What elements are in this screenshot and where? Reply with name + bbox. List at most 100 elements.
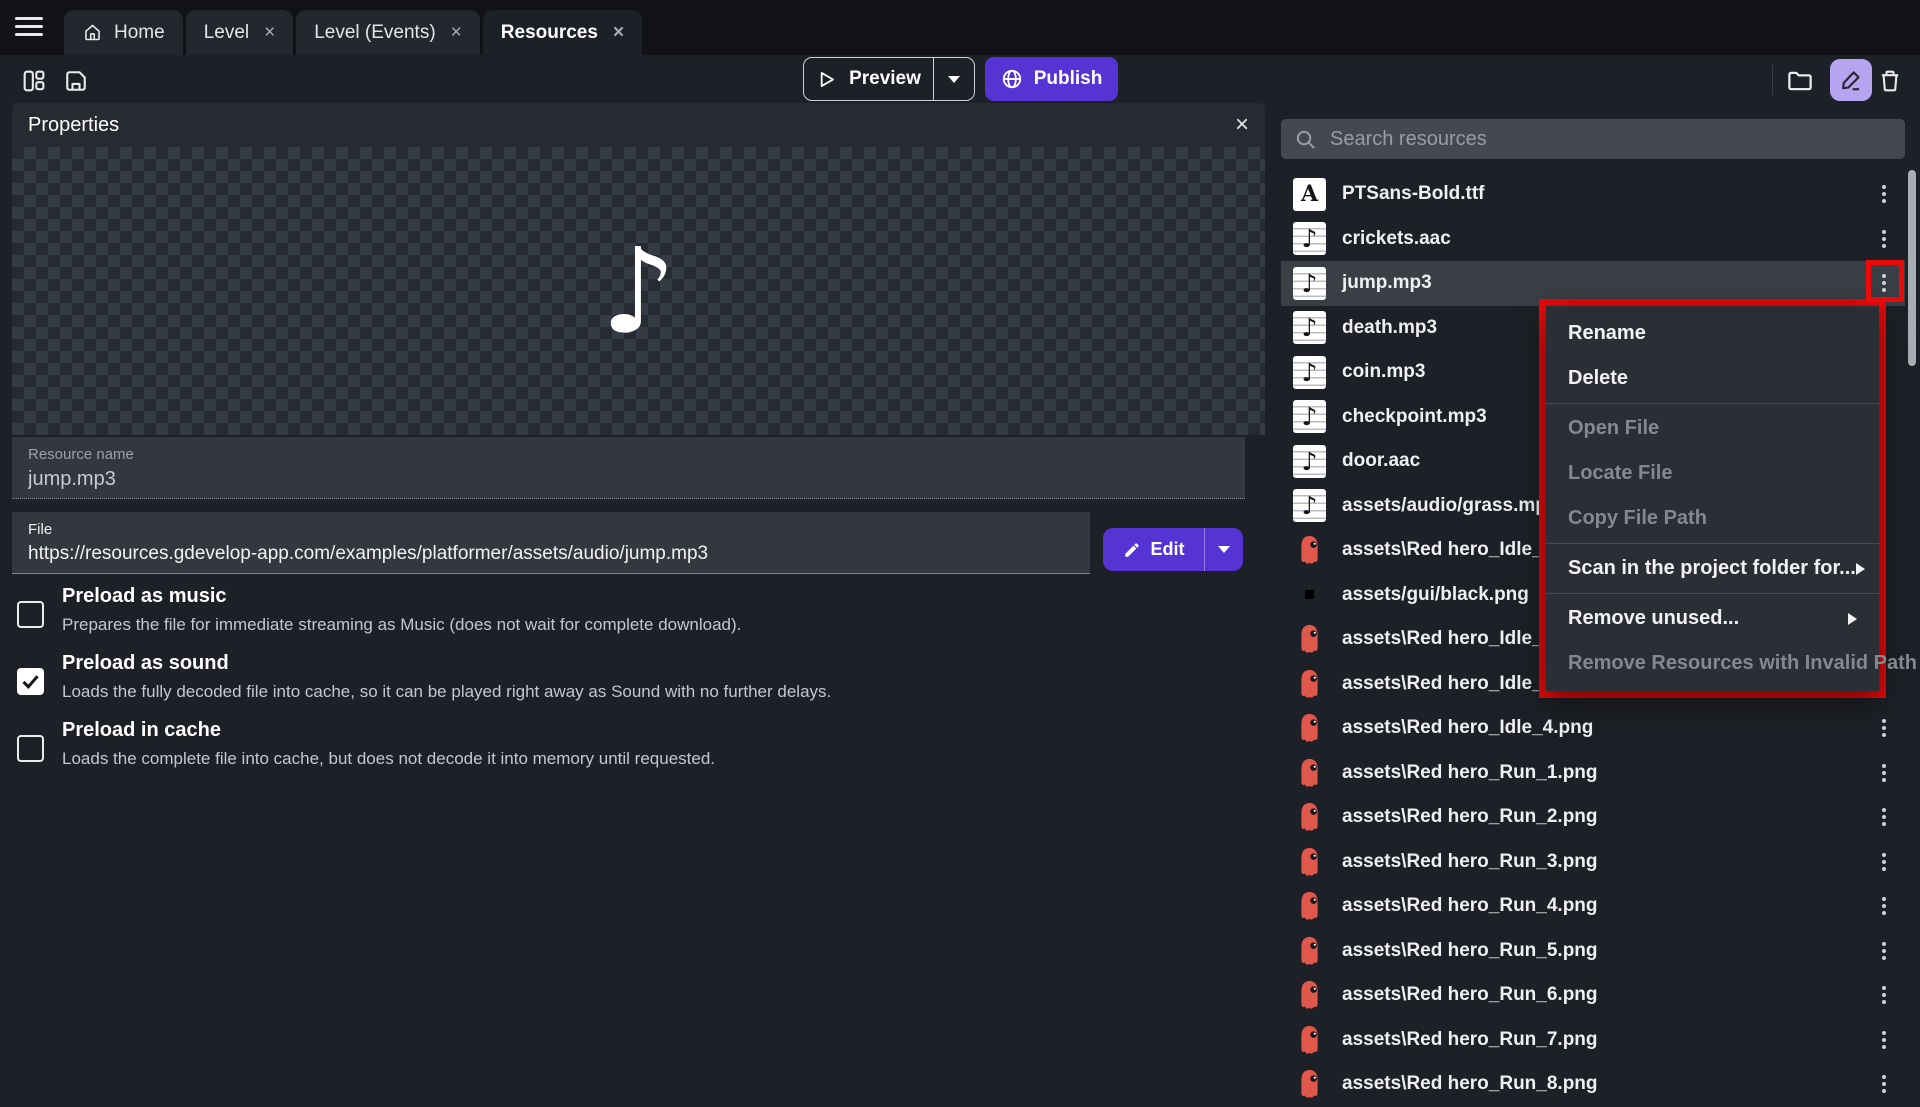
- tab-level[interactable]: Level ×: [186, 10, 294, 55]
- tab-level-events-[interactable]: Level (Events) ×: [296, 10, 480, 55]
- edit-properties-icon[interactable]: [1830, 59, 1872, 101]
- resource-name: assets\Red hero_Run_3.png: [1342, 851, 1598, 873]
- resource-row[interactable]: assets\Red hero_Run_6.png: [1281, 973, 1905, 1018]
- kebab-menu-icon[interactable]: [1882, 986, 1886, 990]
- file-label: File: [28, 521, 1074, 538]
- resource-name: checkpoint.mp3: [1342, 406, 1487, 428]
- kebab-menu-icon[interactable]: [1882, 230, 1886, 234]
- tab-resources[interactable]: Resources ×: [483, 10, 642, 55]
- main-menu-icon[interactable]: [15, 17, 43, 41]
- tab-home[interactable]: Home: [64, 10, 183, 55]
- folder-icon[interactable]: [1784, 65, 1816, 97]
- unchecked-checkbox[interactable]: [17, 735, 44, 762]
- menu-item-locate-file: Locate File: [1546, 451, 1879, 496]
- menu-item-label: Delete: [1568, 367, 1628, 390]
- edit-button-main: Edit: [1103, 528, 1204, 571]
- checkbox-description: Prepares the file for immediate streamin…: [62, 615, 741, 635]
- search-input[interactable]: [1330, 128, 1892, 151]
- menu-item-label: Rename: [1568, 322, 1646, 345]
- menu-item-rename[interactable]: Rename: [1546, 311, 1879, 356]
- menu-divider: [1546, 593, 1879, 594]
- close-icon[interactable]: ×: [1235, 113, 1249, 137]
- red-hero-sprite-icon: [1293, 934, 1326, 967]
- resource-name: coin.mp3: [1342, 361, 1425, 383]
- preview-label: Preview: [849, 68, 921, 90]
- close-tab-icon[interactable]: ×: [264, 23, 275, 42]
- red-hero-sprite-icon: [1293, 801, 1326, 834]
- kebab-menu-icon[interactable]: [1882, 719, 1886, 723]
- chevron-down-icon: [948, 76, 960, 83]
- audio-file-icon: ♪: [1293, 489, 1326, 522]
- kebab-menu-icon[interactable]: [1882, 853, 1886, 857]
- resource-row[interactable]: assets\Red hero_Idle_4.png: [1281, 706, 1905, 751]
- tab-bar: Home Level × Level (Events) × Resources ×: [0, 0, 1920, 55]
- play-icon: [816, 69, 837, 90]
- tab-label: Level (Events): [314, 22, 435, 44]
- red-hero-sprite-icon: [1293, 756, 1326, 789]
- kebab-menu-icon[interactable]: [1882, 1031, 1886, 1035]
- checkbox-group: Preload as soundLoads the fully decoded …: [15, 651, 1215, 713]
- publish-button[interactable]: Publish: [985, 57, 1118, 101]
- checked-checkbox[interactable]: [17, 668, 44, 695]
- red-hero-sprite-icon: [1293, 845, 1326, 878]
- edit-dropdown-button[interactable]: [1205, 528, 1243, 571]
- edit-label: Edit: [1151, 539, 1185, 560]
- red-hero-sprite-icon: [1293, 623, 1326, 656]
- preview-button[interactable]: Preview: [803, 57, 975, 101]
- kebab-menu-icon[interactable]: [1882, 185, 1886, 189]
- menu-item-label: Open File: [1568, 417, 1659, 440]
- audio-file-icon: ♪: [1293, 445, 1326, 478]
- menu-item-label: Remove unused...: [1568, 607, 1739, 630]
- properties-panel-header: Properties ×: [12, 103, 1265, 147]
- resource-row[interactable]: assets\Red hero_Run_4.png: [1281, 884, 1905, 929]
- font-file-icon: A: [1293, 178, 1326, 211]
- chevron-down-icon: [1218, 546, 1230, 553]
- kebab-menu-icon[interactable]: [1882, 808, 1886, 812]
- resource-row[interactable]: assets\Red hero_Run_7.png: [1281, 1018, 1905, 1063]
- menu-item-label: Remove Resources with Invalid Path: [1568, 652, 1917, 675]
- resource-row[interactable]: assets\Red hero_Run_8.png: [1281, 1062, 1905, 1107]
- toolbar-divider: [1772, 65, 1773, 95]
- kebab-menu-icon[interactable]: [1882, 897, 1886, 901]
- scrollbar-thumb[interactable]: [1908, 170, 1916, 366]
- tab-label: Level: [204, 22, 249, 44]
- checkbox-group: Preload in cacheLoads the complete file …: [15, 718, 1215, 780]
- resource-name: PTSans-Bold.ttf: [1342, 183, 1485, 205]
- tab-label: Home: [114, 22, 165, 44]
- resource-row[interactable]: A PTSans-Bold.ttf: [1281, 172, 1905, 217]
- tab-label: Resources: [501, 22, 598, 44]
- unchecked-checkbox[interactable]: [17, 601, 44, 628]
- kebab-menu-icon[interactable]: [1882, 942, 1886, 946]
- kebab-menu-icon[interactable]: [1882, 1075, 1886, 1079]
- close-tab-icon[interactable]: ×: [451, 23, 462, 42]
- menu-item-remove-unused[interactable]: Remove unused...: [1546, 596, 1879, 641]
- layout-panels-icon[interactable]: [18, 65, 50, 97]
- menu-divider: [1546, 403, 1879, 404]
- preview-dropdown-button[interactable]: [934, 58, 974, 100]
- resource-row[interactable]: ♪crickets.aac: [1281, 217, 1905, 262]
- close-tab-icon[interactable]: ×: [613, 23, 624, 42]
- home-icon: [82, 22, 103, 43]
- resource-row[interactable]: assets\Red hero_Run_3.png: [1281, 840, 1905, 885]
- resource-row[interactable]: assets\Red hero_Run_2.png: [1281, 795, 1905, 840]
- resource-name: assets\Red hero_Run_5.png: [1342, 940, 1598, 962]
- edit-button[interactable]: Edit: [1103, 528, 1243, 571]
- resource-row[interactable]: assets\Red hero_Run_1.png: [1281, 751, 1905, 796]
- context-menu-red-highlight: RenameDeleteOpen FileLocate FileCopy Fil…: [1539, 299, 1886, 698]
- trash-icon[interactable]: [1874, 65, 1906, 97]
- kebab-menu-icon[interactable]: [1882, 764, 1886, 768]
- file-field[interactable]: File https://resources.gdevelop-app.com/…: [12, 512, 1090, 574]
- menu-item-delete[interactable]: Delete: [1546, 356, 1879, 401]
- preview-button-main: Preview: [804, 58, 933, 100]
- red-hero-sprite-icon: [1293, 667, 1326, 700]
- resource-name: assets\Red hero_Run_8.png: [1342, 1073, 1598, 1095]
- menu-item-scan-in-the-project-folder-for[interactable]: Scan in the project folder for...: [1546, 546, 1879, 591]
- save-icon[interactable]: [60, 65, 92, 97]
- resource-name: assets/gui/black.png: [1342, 584, 1529, 606]
- resource-row[interactable]: assets\Red hero_Run_5.png: [1281, 929, 1905, 974]
- menu-item-open-file: Open File: [1546, 406, 1879, 451]
- resource-name-field[interactable]: Resource name jump.mp3: [12, 437, 1245, 499]
- pencil-icon: [1123, 541, 1141, 559]
- file-value: https://resources.gdevelop-app.com/examp…: [28, 543, 1074, 565]
- menu-item-remove-resources-with-invalid-path: Remove Resources with Invalid Path: [1546, 641, 1879, 686]
